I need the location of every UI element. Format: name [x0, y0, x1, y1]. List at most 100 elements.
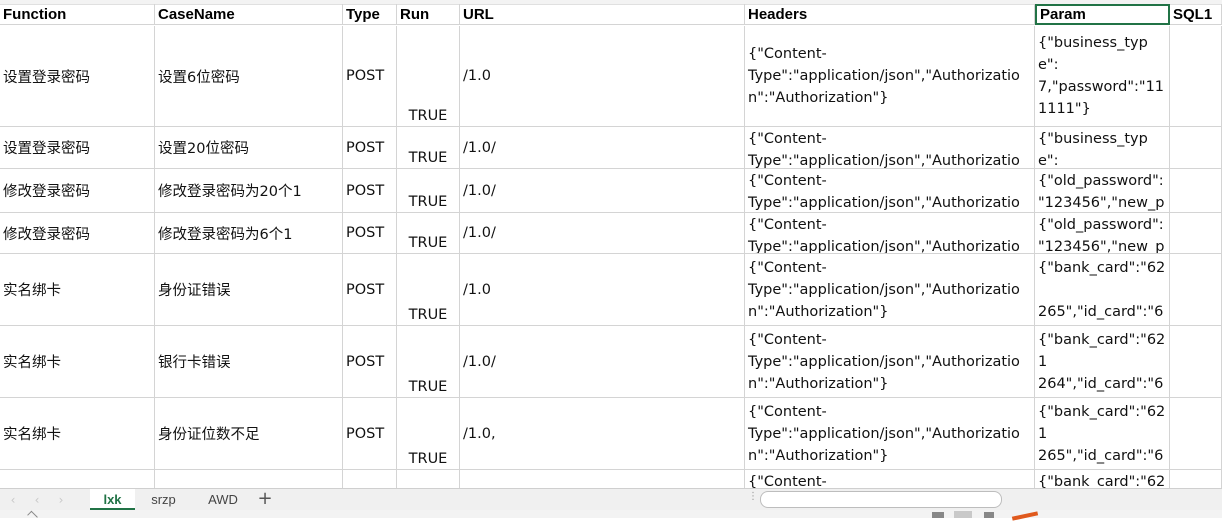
cell-casename[interactable] [155, 470, 343, 488]
cell-param[interactable]: {"bank_card":"62 [1035, 470, 1170, 488]
cell-casename[interactable]: 修改登录密码为6个1 [155, 213, 343, 254]
cell-sql1[interactable] [1170, 254, 1222, 326]
column-header-sql1[interactable]: SQL1 [1170, 4, 1222, 25]
cell-type[interactable]: POST [343, 213, 397, 254]
cell-type[interactable]: POST [343, 254, 397, 326]
table-row: 修改登录密码 修改登录密码为6个1 POST TRUE/1.0/ {"Content- T… [0, 213, 1222, 254]
page-layout-icon[interactable] [954, 511, 972, 518]
page-break-icon[interactable] [984, 512, 994, 518]
cell-url[interactable]: /1.0/ [460, 169, 745, 213]
cell-run[interactable]: TRUE [397, 127, 460, 169]
column-header-casename[interactable]: CaseName [155, 4, 343, 25]
cell-function[interactable]: 实名绑卡 [0, 326, 155, 398]
column-header-run[interactable]: Run [397, 4, 460, 25]
add-sheet-button[interactable]: + [254, 489, 276, 510]
cell-casename[interactable]: 修改登录密码为20个1 [155, 169, 343, 213]
cell-headers[interactable]: {"Content- Type":"application/json","Auth… [745, 127, 1035, 169]
cell-function[interactable] [0, 470, 155, 488]
sheet-tab-lxk[interactable]: lxk [90, 489, 135, 510]
cell-run[interactable]: TRUE [397, 26, 460, 127]
cell-run[interactable]: TRUE [397, 169, 460, 213]
cell-text-line: {"Content- [748, 474, 827, 488]
cell-sql1[interactable] [1170, 26, 1222, 127]
cell-sql1[interactable] [1170, 127, 1222, 169]
column-header-function[interactable]: Function [0, 4, 155, 25]
cell-text: 设置登录密码 [3, 141, 90, 157]
cell-function[interactable]: 设置登录密码 [0, 127, 155, 169]
cell-headers[interactable]: {"Content- Type":"application/json","Auth… [745, 26, 1035, 127]
horizontal-scrollbar[interactable] [760, 491, 1002, 508]
cell-function[interactable]: 修改登录密码 [0, 213, 155, 254]
cell-type[interactable]: POST [343, 26, 397, 127]
cell-function[interactable]: 修改登录密码 [0, 169, 155, 213]
cell-function[interactable]: 设置登录密码 [0, 26, 155, 127]
cell-param[interactable]: {"bank_card":"62 265","id_card":"6 [1035, 254, 1170, 326]
status-bar [0, 510, 1222, 521]
cell-param[interactable]: {"old_password": "123456","new_p [1035, 169, 1170, 213]
cell-casename[interactable]: 设置20位密码 [155, 127, 343, 169]
cell-type[interactable]: POST [343, 398, 397, 470]
next-sheet-icon[interactable]: › [54, 492, 68, 508]
cell-text-line: {"Content- [748, 131, 827, 147]
sheet-tab-srzp[interactable]: srzp [135, 489, 192, 510]
cell-run[interactable]: TRUE [397, 213, 460, 254]
cell-headers[interactable]: {"Content- Type":"application/json","Auth… [745, 398, 1035, 470]
cell-casename[interactable]: 身份证错误 [155, 254, 343, 326]
cell-text: TRUE [408, 235, 448, 251]
cell-url[interactable]: /1.0/ [460, 127, 745, 169]
zoom-slider[interactable] [1011, 511, 1039, 521]
column-header-url[interactable]: URL [460, 4, 745, 25]
cell-text: 修改登录密码为6个1 [158, 226, 293, 243]
cell-sql1[interactable] [1170, 326, 1222, 398]
cell-type[interactable]: POST [343, 326, 397, 398]
cell-sql1[interactable] [1170, 398, 1222, 470]
column-header-type[interactable]: Type [343, 4, 397, 25]
cell-headers[interactable]: {"Content- Type":"application/json","Auth… [745, 169, 1035, 213]
cell-sql1[interactable] [1170, 213, 1222, 254]
cell-url[interactable]: /1.0/ [460, 326, 745, 398]
cell-headers[interactable]: {"Content- Type":"application/json","Auth… [745, 326, 1035, 398]
cell-url[interactable]: /1.0 [460, 26, 745, 127]
cell-headers[interactable]: {"Content- Type":"application/json","Auth… [745, 213, 1035, 254]
column-header-param[interactable]: Param [1035, 4, 1170, 25]
cell-text-line: {"Content- [748, 217, 827, 233]
cell-url[interactable]: /1.0, [460, 398, 745, 470]
cell-sql1[interactable] [1170, 169, 1222, 213]
scroll-up-icon[interactable] [27, 510, 38, 521]
cell-casename[interactable]: 银行卡错误 [155, 326, 343, 398]
cell-run[interactable] [397, 470, 460, 488]
cell-text-line: 264","id_card":"6 [1038, 375, 1164, 392]
normal-view-icon[interactable] [932, 512, 944, 518]
sheet-tab-awd[interactable]: AWD [192, 489, 254, 510]
first-sheet-icon[interactable]: ‹ [6, 492, 20, 508]
cell-run[interactable]: TRUE [397, 398, 460, 470]
cell-headers[interactable]: {"Content- [745, 470, 1035, 488]
column-header-row: Function CaseName Type Run URL Headers Param SQ… [0, 4, 1222, 26]
cell-function[interactable]: 实名绑卡 [0, 398, 155, 470]
cell-param[interactable]: {"bank_card":"62 1 264","id_card":"6 [1035, 326, 1170, 398]
cell-casename[interactable]: 身份证位数不足 [155, 398, 343, 470]
cell-param[interactable]: {"bank_card":"62 1 265","id_card":"6 [1035, 398, 1170, 470]
scroll-split-handle[interactable]: ⋮ [748, 491, 758, 507]
cell-param[interactable]: {"business_type":7,"password":"11 [1035, 127, 1170, 169]
cell-run[interactable]: TRUE [397, 326, 460, 398]
cell-headers[interactable]: {"Content- Type":"application/json","Auth… [745, 254, 1035, 326]
cell-param[interactable]: {"business_type": 7,"password":"11 1111"} [1035, 26, 1170, 127]
cell-type[interactable] [343, 470, 397, 488]
cell-url[interactable] [460, 470, 745, 488]
cell-text: /1.0, [463, 425, 496, 442]
cell-casename[interactable]: 设置6位密码 [155, 26, 343, 127]
cell-url[interactable]: /1.0 [460, 254, 745, 326]
cell-run[interactable]: TRUE [397, 254, 460, 326]
cell-text-line: {"Content- [748, 46, 827, 62]
cell-type[interactable]: POST [343, 169, 397, 213]
cell-url[interactable]: /1.0/ [460, 213, 745, 254]
column-header-headers[interactable]: Headers [745, 4, 1035, 25]
cell-sql1[interactable] [1170, 470, 1222, 488]
cell-text: /1.0/ [463, 353, 496, 370]
prev-sheet-icon[interactable]: ‹ [30, 492, 44, 508]
cell-text-line: {"Content- [748, 403, 827, 420]
cell-param[interactable]: {"old_password": "123456","new_p [1035, 213, 1170, 254]
cell-type[interactable]: POST [343, 127, 397, 169]
cell-function[interactable]: 实名绑卡 [0, 254, 155, 326]
